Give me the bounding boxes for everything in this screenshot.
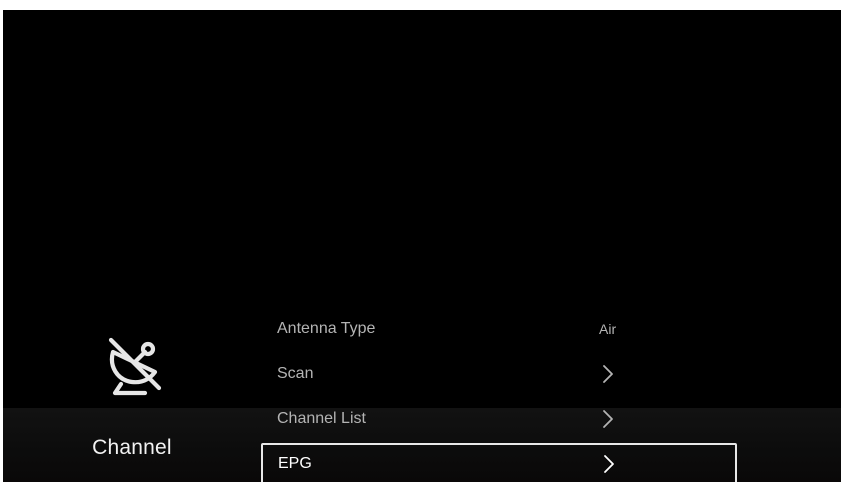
category-label: Channel	[92, 436, 172, 459]
menu-item-label: EPG	[278, 455, 312, 472]
menu-item-epg[interactable]: EPG	[261, 443, 737, 482]
menu-item-value: Air	[599, 321, 617, 337]
menu-item-antenna-type[interactable]: Antenna Type Air	[261, 308, 737, 350]
chevron-right-icon	[603, 365, 613, 383]
menu-item-channel-list[interactable]: Channel List	[261, 398, 737, 440]
menu-item-label: Scan	[277, 365, 314, 382]
tv-settings-screen: Channel Antenna Type Air Scan Channel Li…	[3, 10, 841, 482]
menu-item-scan[interactable]: Scan	[261, 353, 737, 395]
menu-item-label: Antenna Type	[277, 320, 376, 337]
chevron-right-icon	[603, 410, 613, 428]
settings-category: Channel	[3, 320, 261, 482]
chevron-right-icon	[604, 455, 614, 473]
menu-item-label: Channel List	[277, 410, 366, 427]
satellite-dish-off-icon	[108, 337, 162, 396]
